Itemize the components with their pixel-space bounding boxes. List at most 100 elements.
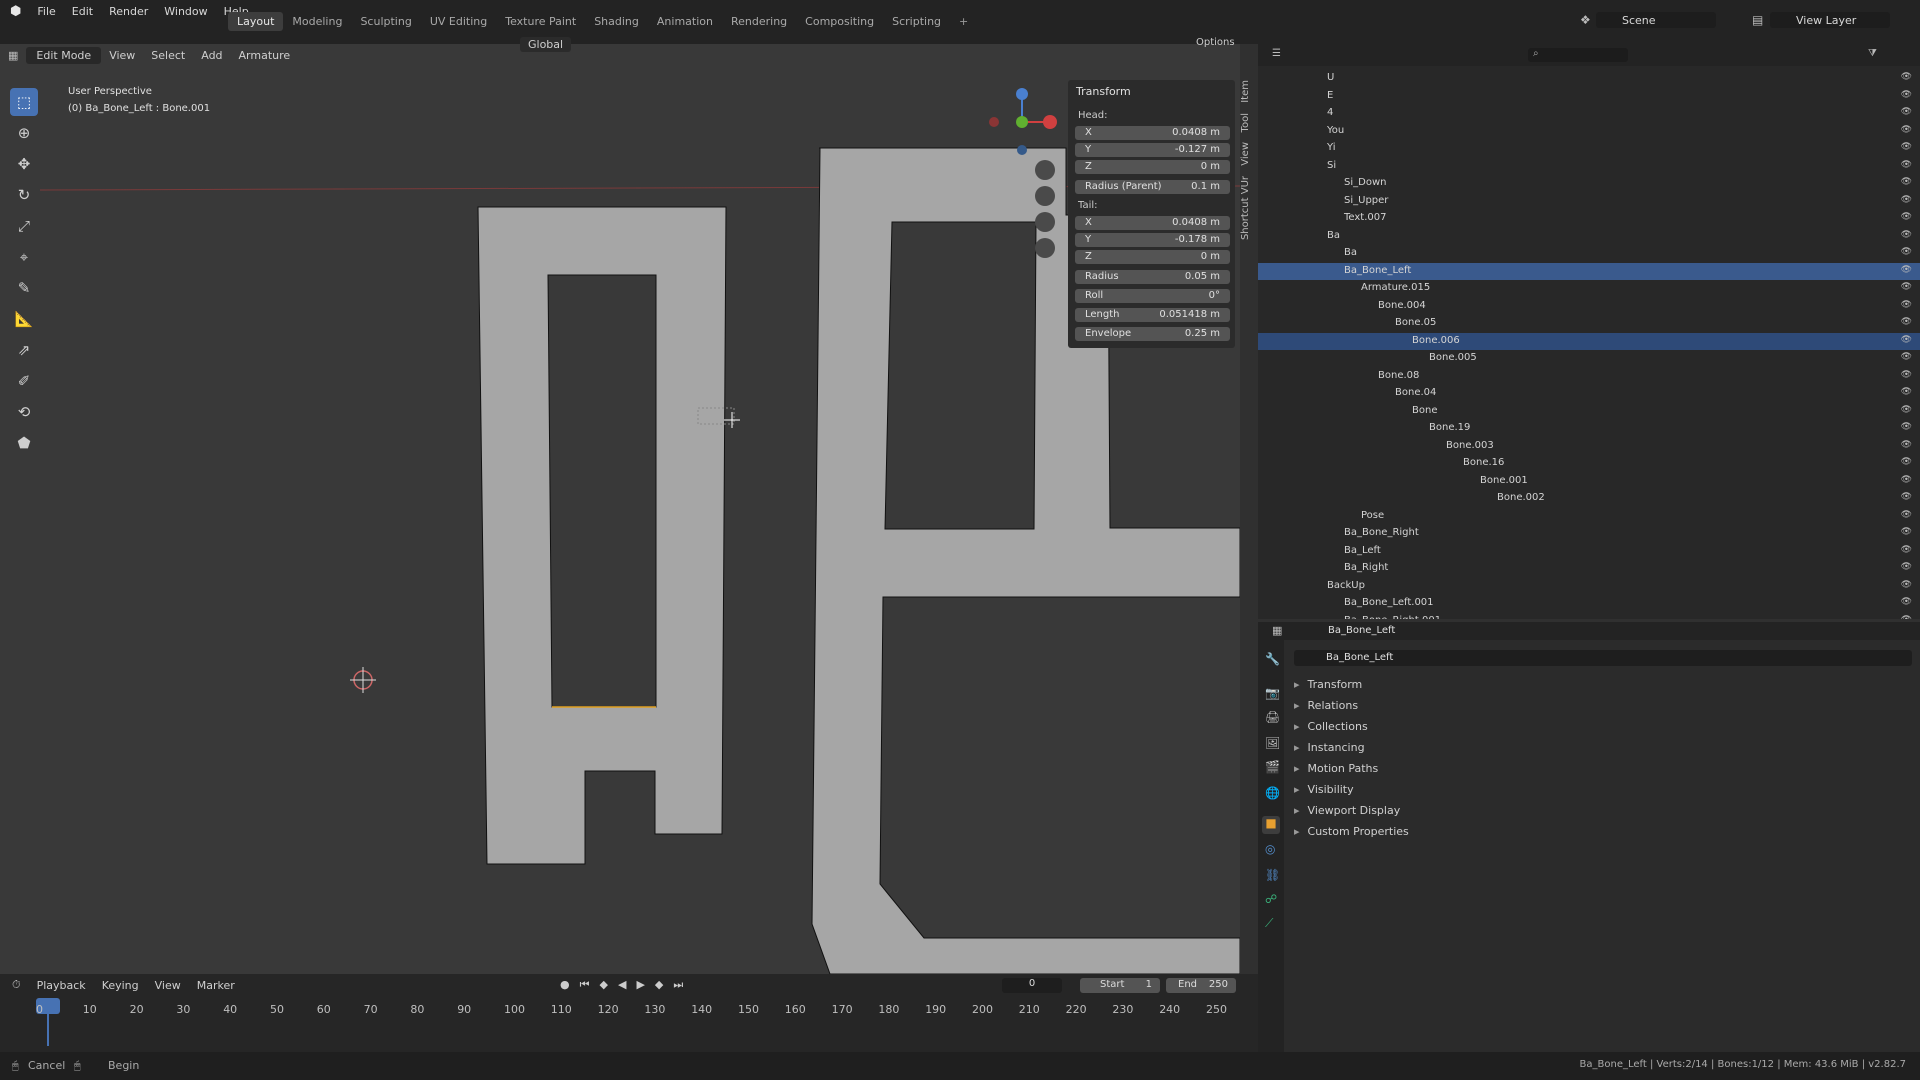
end-frame-field[interactable]: End 250 [1166, 978, 1236, 993]
visibility-eye-icon[interactable]: 👁 [1901, 387, 1912, 397]
play-reverse-icon[interactable]: ◀ [618, 978, 626, 992]
outliner-row[interactable]: Ba_Bone_Right 👁 [1258, 525, 1920, 542]
visibility-eye-icon[interactable]: 👁 [1901, 335, 1912, 345]
visibility-eye-icon[interactable]: 👁 [1901, 177, 1912, 187]
tab-sculpting[interactable]: Sculpting [351, 12, 420, 31]
zoom-icon[interactable] [1035, 160, 1055, 180]
tail-y-field[interactable]: Y -0.178 m [1075, 233, 1230, 247]
prev-key-icon[interactable]: ◆ [600, 978, 608, 992]
outliner-row[interactable]: Si_Upper 👁 [1258, 193, 1920, 210]
visibility-eye-icon[interactable]: 👁 [1901, 72, 1912, 82]
outliner-row[interactable]: Ba_Left 👁 [1258, 543, 1920, 560]
navigation-gizmo[interactable] [989, 88, 1057, 155]
visibility-eye-icon[interactable]: 👁 [1901, 230, 1912, 240]
outliner-row[interactable]: Bone.19 👁 [1258, 420, 1920, 437]
outliner-row[interactable]: Bone.002 👁 [1258, 490, 1920, 507]
properties-editor-icon[interactable]: ▦ [1272, 624, 1282, 637]
outliner-row[interactable]: Bone.006 👁 [1258, 332, 1920, 350]
tab-uv-editing[interactable]: UV Editing [421, 12, 496, 31]
blender-logo-icon[interactable]: ⬢ [6, 4, 29, 19]
envelope-icon[interactable]: ⬟ [10, 429, 38, 457]
outliner-row[interactable]: Bone.05 👁 [1258, 315, 1920, 332]
object-tab-icon[interactable]: ■ [1262, 816, 1280, 834]
scale-icon[interactable]: ⤢ [10, 212, 38, 240]
outliner-row[interactable]: You 👁 [1258, 123, 1920, 140]
tab-tool[interactable]: Tool [1240, 113, 1251, 132]
outliner-row[interactable]: Si 👁 [1258, 158, 1920, 175]
next-key-icon[interactable]: ◆ [655, 978, 663, 992]
menu-edit[interactable]: Edit [64, 5, 101, 18]
property-section[interactable]: ▸ Collections [1294, 720, 1368, 733]
options-button[interactable]: Options [1196, 37, 1235, 48]
visibility-eye-icon[interactable]: 👁 [1901, 370, 1912, 380]
visibility-eye-icon[interactable]: 👁 [1901, 142, 1912, 152]
visibility-eye-icon[interactable]: 👁 [1901, 90, 1912, 100]
envelope-field[interactable]: Envelope 0.25 m [1075, 327, 1230, 341]
measure-icon[interactable]: 📐 [10, 305, 38, 333]
visibility-eye-icon[interactable]: 👁 [1901, 265, 1912, 275]
extrude-icon[interactable]: ⇗ [10, 336, 38, 364]
move-icon[interactable]: ✥ [10, 150, 38, 178]
play-icon[interactable]: ▶ [636, 978, 644, 992]
visibility-eye-icon[interactable]: 👁 [1901, 282, 1912, 292]
property-section[interactable]: ▸ Viewport Display [1294, 804, 1400, 817]
tl-menu-view[interactable]: View [147, 979, 189, 992]
head-y-field[interactable]: Y -0.127 m [1075, 143, 1230, 157]
transform-icon[interactable]: ⌖ [10, 243, 38, 271]
tab-shading[interactable]: Shading [585, 12, 648, 31]
physics-tab-icon[interactable]: ◎ [1265, 842, 1275, 856]
vp-menu-view[interactable]: View [101, 49, 143, 62]
outliner-row[interactable]: 4 👁 [1258, 105, 1920, 122]
visibility-eye-icon[interactable]: 👁 [1901, 492, 1912, 502]
tab-modeling[interactable]: Modeling [283, 12, 351, 31]
3d-viewport[interactable] [0, 44, 1240, 974]
ortho-toggle-icon[interactable] [1035, 238, 1055, 258]
tab-shortcut-vur[interactable]: Shortcut VUr [1240, 176, 1251, 240]
radius-parent-field[interactable]: Radius (Parent) 0.1 m [1075, 180, 1230, 194]
mode-selector[interactable]: Edit Mode [26, 46, 102, 64]
tab-rendering[interactable]: Rendering [722, 12, 796, 31]
outliner-row[interactable]: Bone.003 👁 [1258, 438, 1920, 455]
outliner-row[interactable]: Ba_Bone_Left.001 👁 [1258, 595, 1920, 612]
tool-tab-icon[interactable]: 🔧 [1265, 652, 1280, 666]
vp-menu-add[interactable]: Add [193, 49, 230, 62]
property-section[interactable]: ▸ Instancing [1294, 741, 1365, 754]
visibility-eye-icon[interactable]: 👁 [1901, 527, 1912, 537]
tl-menu-playback[interactable]: Playback [29, 979, 94, 992]
roll-icon[interactable]: ⟲ [10, 398, 38, 426]
outliner-row[interactable]: Ba 👁 [1258, 228, 1920, 245]
radius-field[interactable]: Radius 0.05 m [1075, 270, 1230, 284]
visibility-eye-icon[interactable]: 👁 [1901, 300, 1912, 310]
tab-scripting[interactable]: Scripting [883, 12, 950, 31]
select-box-icon[interactable]: ⬚ [10, 88, 38, 116]
outliner-row[interactable]: Text.007 👁 [1258, 210, 1920, 227]
tab-texture-paint[interactable]: Texture Paint [496, 12, 585, 31]
transform-orientation[interactable]: Global [520, 37, 572, 52]
scene-icon[interactable]: ❖ [1580, 13, 1591, 27]
view-layer-selector[interactable]: View Layer [1770, 12, 1890, 28]
jump-start-icon[interactable]: ⏮ [580, 978, 590, 992]
visibility-eye-icon[interactable]: 👁 [1901, 160, 1912, 170]
armature-data-tab-icon[interactable]: ☍ [1265, 892, 1277, 906]
annotate-icon[interactable]: ✎ [10, 274, 38, 302]
property-section[interactable]: ▸ Relations [1294, 699, 1358, 712]
outliner-row[interactable]: Bone.16 👁 [1258, 455, 1920, 472]
world-tab-icon[interactable]: 🌐 [1265, 786, 1280, 800]
tab-view[interactable]: View [1240, 142, 1251, 166]
outliner-search-input[interactable]: ⌕ [1528, 48, 1628, 62]
visibility-eye-icon[interactable]: 👁 [1901, 562, 1912, 572]
visibility-eye-icon[interactable]: 👁 [1901, 597, 1912, 607]
rotate-icon[interactable]: ↻ [10, 181, 38, 209]
outliner-row[interactable]: Bone.005 👁 [1258, 350, 1920, 367]
camera-view-icon[interactable] [1035, 212, 1055, 232]
tl-menu-marker[interactable]: Marker [189, 979, 243, 992]
head-x-field[interactable]: X 0.0408 m [1075, 126, 1230, 140]
property-section[interactable]: ▸ Custom Properties [1294, 825, 1409, 838]
tail-x-field[interactable]: X 0.0408 m [1075, 216, 1230, 230]
pan-icon[interactable] [1035, 186, 1055, 206]
outliner-row[interactable]: Pose 👁 [1258, 508, 1920, 525]
tab-animation[interactable]: Animation [648, 12, 722, 31]
outliner-row[interactable]: Bone.08 👁 [1258, 368, 1920, 385]
vp-menu-select[interactable]: Select [143, 49, 193, 62]
visibility-eye-icon[interactable]: 👁 [1901, 405, 1912, 415]
